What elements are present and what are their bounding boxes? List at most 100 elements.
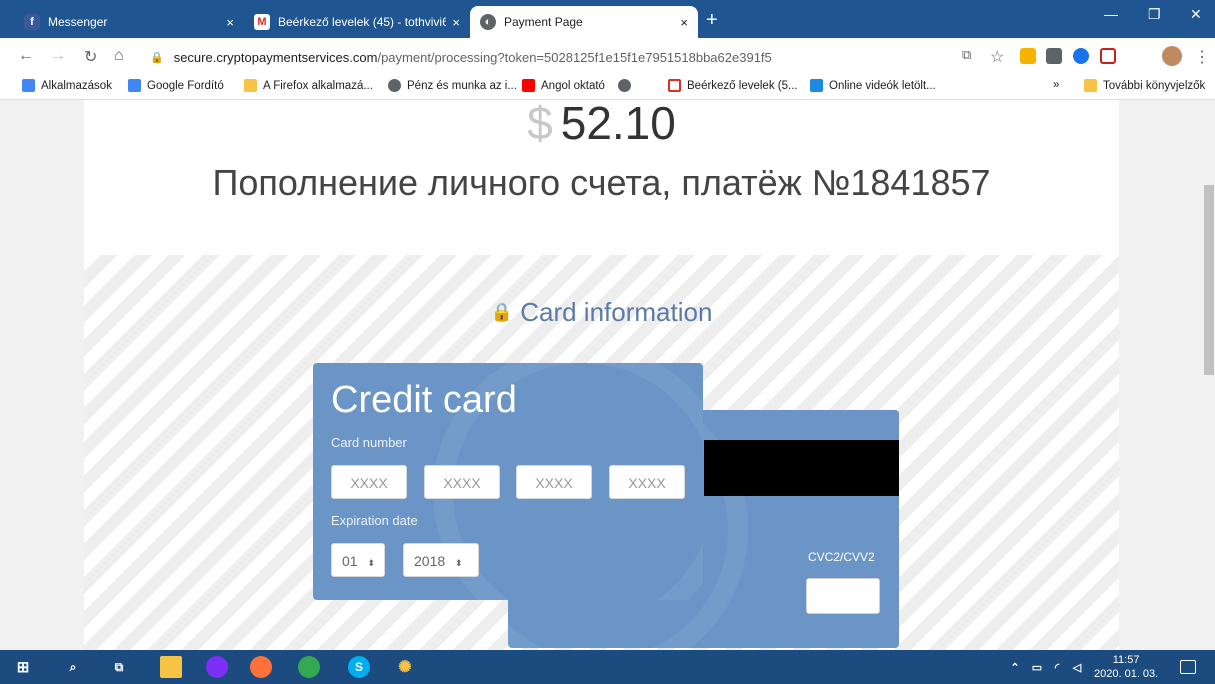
expiration-month-select[interactable]: 01 ⬍ [331,543,385,577]
folder-icon [1084,79,1097,92]
apps-grid-icon [22,79,35,92]
card-title: Credit card [331,379,517,421]
expiration-year-select[interactable]: 2018 ⬍ [403,543,479,577]
close-tab-icon[interactable]: × [680,15,688,30]
url-path: /payment/processing?token=5028125f1e15f1… [377,49,772,65]
url-host: secure.cryptopaymentservices.com [173,49,378,65]
cvc-input[interactable] [806,578,880,614]
payment-summary: $52.10 Пополнение личного счета, платёж … [84,100,1119,255]
menu-icon[interactable]: ⋮ [1194,47,1210,67]
tab-messenger[interactable]: f Messenger × [14,6,244,38]
magnetic-stripe [704,440,899,496]
payment-description: Пополнение личного счета, платёж №184185… [212,162,991,203]
tab-title: Beérkező levelek (45) - tothvivi68 [278,15,447,29]
windows-start-icon[interactable]: ⊞ [12,656,34,678]
other-bookmarks-folder[interactable]: További könyvjelzők [1084,79,1205,92]
pocket-extension-icon[interactable] [1100,48,1116,64]
bookmark-online-videok[interactable]: Online videók letölt... [810,79,936,92]
clock-date: 2020. 01. 03. [1094,668,1159,680]
card-info-heading: 🔒 Card information [84,297,1119,328]
tab-payment-page[interactable]: ◐ Payment Page × [470,6,698,38]
bookmark-google-translate[interactable]: Google Fordító [128,79,224,92]
bookmark-gmail[interactable]: Beérkező levelek (5... [668,79,798,92]
select-arrows-icon: ⬍ [455,558,463,568]
translate-icon [128,79,141,92]
card-form-section: 🔒 Card information CVC2/CVV2 Credit card… [84,255,1119,650]
home-icon[interactable]: ⌂ [114,47,124,65]
new-tab-button[interactable]: + [706,9,718,32]
facebook-extension-icon[interactable] [1046,48,1062,64]
scrollbar-thumb[interactable] [1204,185,1214,375]
bookmarks-overflow-button[interactable]: » [1053,79,1059,91]
bookmark-penz[interactable]: Pénz és munka az i... [388,79,517,92]
globe-icon: ◐ [480,14,496,30]
forward-arrow-icon[interactable]: → [50,47,66,65]
reload-icon[interactable]: ↻ [84,47,97,67]
browser-toolbar: ← → ↻ ⌂ 🔒 secure.cryptopaymentservices.c… [0,38,1215,74]
bookmark-star-icon[interactable]: ☆ [990,47,1004,67]
gmail-icon [668,79,681,92]
currency-symbol: $ [527,100,553,149]
tab-title: Payment Page [504,15,583,29]
bookmark-label: Angol oktató [541,79,605,92]
bookmark-label: További könyvjelzők [1103,79,1206,92]
cvc-label: CVC2/CVV2 [808,550,875,564]
profile-avatar[interactable] [1162,46,1182,66]
card-number-label: Card number [331,435,407,450]
bookmark-label: Online videók letölt... [829,79,936,92]
minimize-button[interactable]: — [1104,6,1118,22]
tab-gmail[interactable]: M Beérkező levelek (45) - tothvivi68 × [244,6,470,38]
globe-icon[interactable] [618,79,637,92]
extension-icon[interactable] [1073,48,1089,64]
honey-extension-icon[interactable] [1020,48,1036,64]
tor-browser-icon[interactable] [206,656,228,678]
firefox-icon[interactable] [250,656,272,678]
card-number-input-4[interactable]: XXXX [609,465,685,499]
globe-icon [388,79,401,92]
bookmark-label: Google Fordító [147,79,224,92]
translate-icon[interactable]: ⧉ [962,47,971,63]
card-number-input-3[interactable]: XXXX [516,465,592,499]
search-icon[interactable]: ⌕ [62,656,84,678]
select-arrows-icon: ⬍ [367,558,376,568]
windows-taskbar: ⊞ ⌕ ⧉ S ✺ ⌃ ▭ ◜ ◁ 11:57 2020. 01. 03. [0,650,1215,684]
folder-icon [244,79,257,92]
lock-icon: 🔒 [150,51,164,64]
file-explorer-icon[interactable] [160,656,182,678]
tab-bar: f Messenger × M Beérkező levelek (45) - … [0,0,1215,38]
address-bar[interactable]: 🔒 secure.cryptopaymentservices.com/payme… [150,44,950,70]
tray-up-arrow-icon[interactable]: ⌃ [1004,656,1026,678]
chrome-icon[interactable] [298,656,320,678]
expiration-label: Expiration date [331,513,418,528]
month-value: 01 [342,553,358,569]
card-number-input-1[interactable]: XXXX [331,465,407,499]
card-number-input-2[interactable]: XXXX [424,465,500,499]
bookmark-apps[interactable]: Alkalmazások [22,79,112,92]
lock-icon: 🔒 [490,302,513,322]
gmail-icon: M [254,14,270,30]
network-icon[interactable]: ▭ [1026,656,1048,678]
bookmark-label: Alkalmazások [41,79,112,92]
maximize-button[interactable]: ❐ [1148,6,1161,23]
video-download-icon [810,79,823,92]
system-clock[interactable]: 11:57 2020. 01. 03. [1094,653,1158,681]
bookmark-firefox[interactable]: A Firefox alkalmazá... [244,79,373,92]
amount-value: 52.10 [560,100,676,149]
page-scrollbar[interactable] [1203,100,1215,650]
skype-icon[interactable]: S [348,656,370,678]
wifi-icon[interactable]: ◜ [1046,656,1068,678]
volume-icon[interactable]: ◁ [1066,656,1088,678]
bookmark-label: Beérkező levelek (5... [687,79,798,92]
close-tab-icon[interactable]: × [452,15,460,30]
page-viewport: $52.10 Пополнение личного счета, платёж … [0,100,1203,650]
card-info-title: Card information [520,297,713,327]
back-arrow-icon[interactable]: ← [18,47,34,65]
bookmark-angol-oktato[interactable]: Angol oktató [522,79,605,92]
task-view-icon[interactable]: ⧉ [108,656,130,678]
app-icon[interactable]: ✺ [394,656,416,678]
notification-center-icon[interactable] [1180,660,1196,674]
close-tab-icon[interactable]: × [226,15,234,30]
clock-time: 11:57 [1112,654,1140,666]
close-window-button[interactable]: ✕ [1190,6,1202,23]
bookmark-label: A Firefox alkalmazá... [263,79,373,92]
